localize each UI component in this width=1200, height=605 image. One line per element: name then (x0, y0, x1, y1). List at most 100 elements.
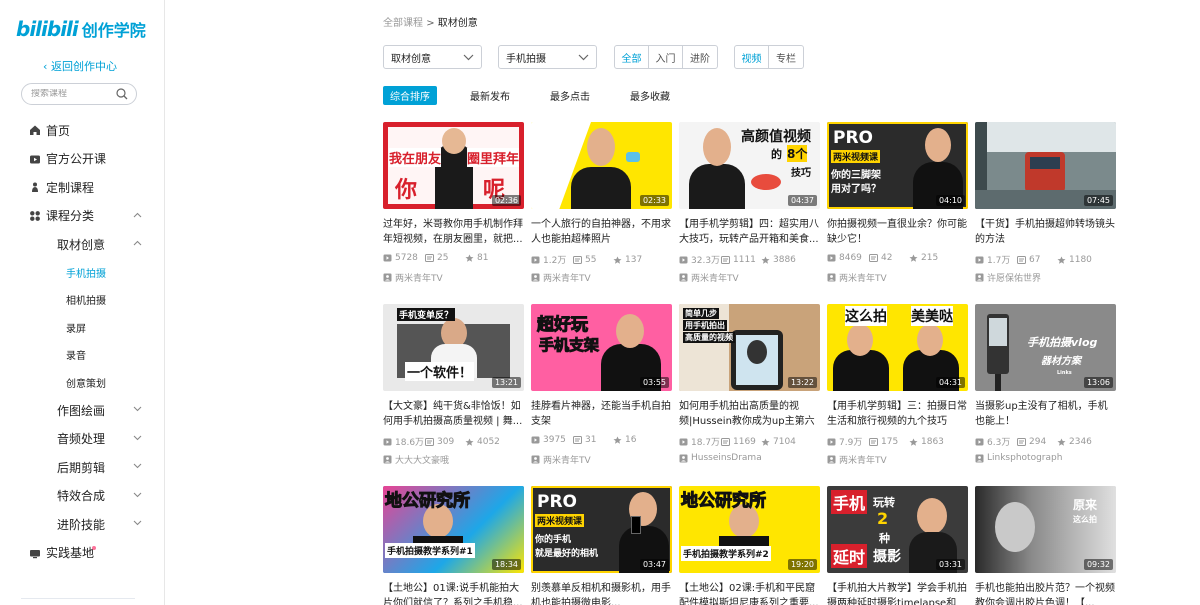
video-title[interactable]: 【用手机学剪辑】三：拍摄日常生活和旅行视频的九个技巧 (827, 399, 968, 429)
chevron-up-icon[interactable] (133, 240, 142, 246)
video-thumbnail[interactable]: 地公研究所 手机拍摄教学系列#1 18:34 (383, 486, 524, 573)
video-thumbnail[interactable]: 超好玩 手机支架 03:55 (531, 304, 672, 391)
video-thumbnail[interactable]: 手机拍摄vlog 器材方案 Links 13:06 (975, 304, 1116, 391)
category-icon (30, 210, 40, 221)
sidebar-item-vfx[interactable]: 特效合成 (0, 482, 164, 511)
video-thumbnail[interactable]: 02:33 (531, 122, 672, 209)
chevron-up-icon[interactable] (133, 212, 142, 218)
video-title[interactable]: 【土地公】01课:说手机能拍大片你们就信了？系列之手机稳... (383, 581, 524, 605)
video-author[interactable]: 两米青年TV (827, 271, 887, 284)
video-card[interactable]: 高颜值视频 的 8个 技巧 04:37 【用手机学剪辑】四：超实用八大技巧，玩转… (679, 122, 820, 284)
sidebar-item-category[interactable]: 课程分类 (0, 202, 164, 231)
type-column-tab[interactable]: 专栏 (769, 46, 803, 68)
sidebar-item-camera-shooting[interactable]: 相机拍摄 (0, 286, 164, 314)
video-title[interactable]: 【手机拍大片教学】学会手机拍摄两种延时摄影timelapse和h... (827, 581, 968, 605)
sidebar-item-practice-base[interactable]: 实践基地 (0, 539, 164, 568)
video-title[interactable]: 一个人旅行的自拍神器，不用求人也能拍超棒照片 (531, 217, 672, 247)
video-card[interactable]: 我在朋友 圈里拜年 你 呢 02:36 过年好，米哥教你用手机制作拜年短视频，在… (383, 122, 524, 284)
video-thumbnail[interactable]: 07:45 (975, 122, 1116, 209)
chevron-down-icon[interactable] (133, 520, 142, 526)
level-advanced-tab[interactable]: 进阶 (683, 46, 717, 68)
video-thumbnail[interactable]: PRO 两米视频课 你的手机 就是最好的相机 03:47 (531, 486, 672, 573)
video-thumbnail[interactable]: 高颜值视频 的 8个 技巧 04:37 (679, 122, 820, 209)
video-title[interactable]: 过年好，米哥教你用手机制作拜年短视频，在朋友圈里，就把... (383, 217, 524, 247)
search-box[interactable] (21, 83, 137, 105)
video-card[interactable]: PRO 两米视频课 你的手机 就是最好的相机 03:47 别羡慕单反相机和摄影机… (531, 486, 672, 605)
video-thumbnail[interactable]: PRO 两米视频课 你的三脚架 用对了吗？ 04:10 (827, 122, 968, 209)
video-card[interactable]: 手机变单反？ 一个软件！ 13:21 【大文豪】纯干货&非恰饭！如何用手机拍摄高… (383, 304, 524, 466)
video-title[interactable]: 【用手机学剪辑】四：超实用八大技巧，玩转产品开箱和美食... (679, 217, 820, 247)
video-author[interactable]: 两米青年TV (827, 453, 887, 466)
video-thumbnail[interactable]: 简单几步 用手机拍出 高质量的视频 13:22 (679, 304, 820, 391)
sidebar-item-custom-course[interactable]: 定制课程 (0, 173, 164, 202)
sidebar-item-material-creative[interactable]: 取材创意 (0, 230, 164, 259)
video-title[interactable]: 挂脖看片神器，还能当手机自拍支架 (531, 399, 672, 429)
logo[interactable]: bilibili 创作学院 (16, 16, 146, 42)
sidebar-item-advanced[interactable]: 进阶技能 (0, 510, 164, 539)
video-thumbnail[interactable]: 地公研究所 手机拍摄教学系列#2 19:20 (679, 486, 820, 573)
chevron-down-icon[interactable] (133, 435, 142, 441)
video-card[interactable]: 这么拍 美美哒 04:31 【用手机学剪辑】三：拍摄日常生活和旅行视频的九个技巧… (827, 304, 968, 466)
video-card[interactable]: 手机拍摄vlog 器材方案 Links 13:06 当摄影up主没有了相机，手机… (975, 304, 1116, 463)
video-author[interactable]: 两米青年TV (531, 453, 591, 466)
sidebar-item-phone-shooting[interactable]: 手机拍摄 (0, 259, 164, 287)
video-card[interactable]: PRO 两米视频课 你的三脚架 用对了吗？ 04:10 你拍摄视频一直很业余？你… (827, 122, 968, 284)
video-author[interactable]: 两米青年TV (383, 271, 443, 284)
video-title[interactable]: 当摄影up主没有了相机，手机也能上！ (975, 399, 1116, 429)
video-author[interactable]: 许愿保佑世界 (975, 271, 1041, 284)
video-title[interactable]: 【干货】手机拍摄超帅转场镜头的方法 (975, 217, 1116, 247)
level-all-tab[interactable]: 全部 (615, 46, 649, 68)
thumb-text: 手机拍摄教学系列#1 (385, 543, 475, 558)
video-card[interactable]: 超好玩 手机支架 03:55 挂脖看片神器，还能当手机自拍支架 3975 31 … (531, 304, 672, 466)
sidebar-item-official-course[interactable]: 官方公开课 (0, 145, 164, 174)
category-select[interactable]: 取材创意 (383, 45, 482, 69)
video-title[interactable]: 【土地公】02课:手机和平民窟配件模拟斯坦尼康系列之重要... (679, 581, 820, 605)
video-thumbnail[interactable]: 这么拍 美美哒 04:31 (827, 304, 968, 391)
video-title[interactable]: 手机也能拍出胶片范？一个视频教你会调出胶片色调！【... (975, 581, 1116, 605)
video-title[interactable]: 你拍摄视频一直很业余？你可能缺少它！ (827, 217, 968, 247)
video-author[interactable]: 两米青年TV (679, 271, 739, 284)
video-thumbnail[interactable]: 我在朋友 圈里拜年 你 呢 02:36 (383, 122, 524, 209)
sort-most-favs[interactable]: 最多收藏 (630, 88, 670, 103)
video-author[interactable]: Linksphotograph (975, 453, 1062, 463)
back-to-creator-center-link[interactable]: ‹ 返回创作中心 (0, 58, 160, 74)
sidebar-item-audio-record[interactable]: 录音 (0, 341, 164, 369)
video-author[interactable]: HusseinsDrama (679, 453, 762, 463)
chevron-down-icon[interactable] (133, 406, 142, 412)
sidebar-item-audio-processing[interactable]: 音频处理 (0, 425, 164, 454)
video-author[interactable]: 两米青年TV (531, 271, 591, 284)
level-beginner-tab[interactable]: 入门 (649, 46, 683, 68)
video-card[interactable]: 地公研究所 手机拍摄教学系列#1 18:34 【土地公】01课:说手机能拍大片你… (383, 486, 524, 605)
video-author[interactable]: 大大大文豪哦 (383, 453, 449, 466)
sidebar-item-home[interactable]: 首页 (0, 116, 164, 145)
sidebar-item-creative-planning[interactable]: 创意策划 (0, 369, 164, 397)
thumb-text: 就是最好的相机 (535, 549, 599, 559)
video-thumbnail[interactable]: 原来 这么拍 09:32 (975, 486, 1116, 573)
video-thumbnail[interactable]: 手机变单反？ 一个软件！ 13:21 (383, 304, 524, 391)
video-title[interactable]: 别羡慕单反相机和摄影机，用手机也能拍摄微电影... (531, 581, 672, 605)
video-stats: 7.9万 175 1863 (827, 435, 968, 448)
sort-comprehensive[interactable]: 综合排序 (383, 85, 437, 105)
video-title[interactable]: 【大文豪】纯干货&非恰饭！如何用手机拍摄高质量视频 | 舞... (383, 399, 524, 429)
sidebar-item-drawing[interactable]: 作图绘画 (0, 396, 164, 425)
type-video-tab[interactable]: 视频 (735, 46, 769, 68)
sidebar-item-screen-record[interactable]: 录屏 (0, 314, 164, 342)
sidebar-item-post-editing[interactable]: 后期剪辑 (0, 453, 164, 482)
search-icon[interactable] (116, 88, 128, 100)
sort-most-clicks[interactable]: 最多点击 (550, 88, 590, 103)
video-card[interactable]: 地公研究所 手机拍摄教学系列#2 19:20 【土地公】02课:手机和平民窟配件… (679, 486, 820, 605)
breadcrumb-root-link[interactable]: 全部课程 (383, 18, 423, 29)
sort-newest[interactable]: 最新发布 (470, 88, 510, 103)
video-card[interactable]: 07:45 【干货】手机拍摄超帅转场镜头的方法 1.7万 67 1180 许愿保… (975, 122, 1116, 284)
chevron-down-icon[interactable] (133, 492, 142, 498)
video-card[interactable]: 原来 这么拍 09:32 手机也能拍出胶片范？一个视频教你会调出胶片色调！【..… (975, 486, 1116, 605)
video-title[interactable]: 如何用手机拍出高质量的视频|Hussein教你成为up主第六期 (679, 399, 820, 429)
home-icon (30, 125, 40, 135)
video-thumbnail[interactable]: 手机 玩转 2 种 延时 摄影 03:31 (827, 486, 968, 573)
video-card[interactable]: 简单几步 用手机拍出 高质量的视频 13:22 如何用手机拍出高质量的视频|Hu… (679, 304, 820, 463)
video-card[interactable]: 02:33 一个人旅行的自拍神器，不用求人也能拍超棒照片 1.2万 55 137… (531, 122, 672, 284)
search-input[interactable] (31, 89, 111, 99)
subcategory-select[interactable]: 手机拍摄 (498, 45, 597, 69)
video-card[interactable]: 手机 玩转 2 种 延时 摄影 03:31 【手机拍大片教学】学会手机拍摄两种延… (827, 486, 968, 605)
chevron-down-icon[interactable] (133, 463, 142, 469)
